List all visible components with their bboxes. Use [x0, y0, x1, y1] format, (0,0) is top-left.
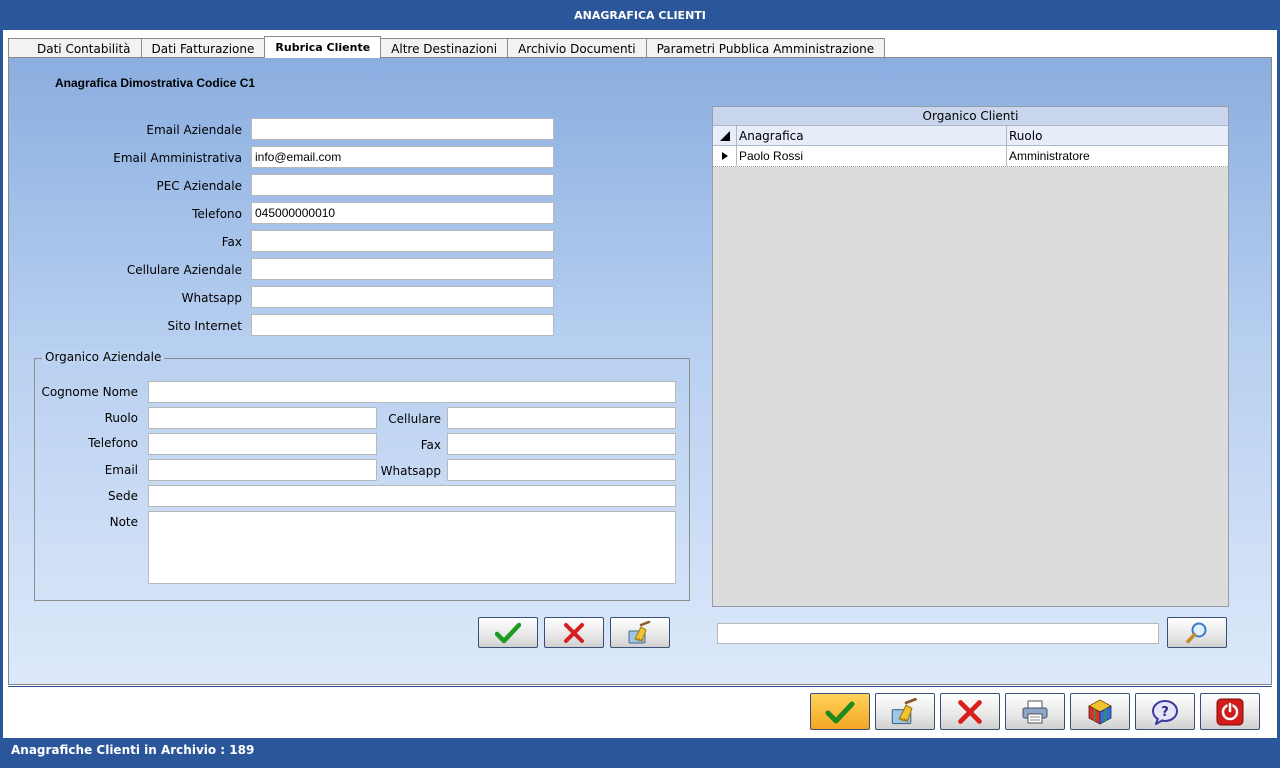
x-icon: [564, 622, 584, 643]
x-icon: [958, 699, 982, 724]
org-telefono-label: Telefono: [88, 436, 138, 450]
cellulare-label: Cellulare: [388, 412, 441, 426]
note-textarea[interactable]: [148, 511, 676, 584]
search-input[interactable]: [717, 623, 1159, 644]
org-fax-field[interactable]: [447, 433, 676, 455]
email-aziendale-label: Email Aziendale: [146, 123, 242, 137]
window-bottom-edge: [0, 761, 1280, 768]
org-whatsapp-field[interactable]: [447, 459, 676, 481]
grid-header-row: Anagrafica Ruolo: [713, 126, 1228, 146]
svg-text:?: ?: [1161, 705, 1169, 720]
check-icon: [825, 701, 855, 723]
telefono-field[interactable]: 045000000010: [251, 202, 554, 224]
sede-field[interactable]: [148, 485, 676, 507]
organico-aziendale-group: Organico Aziendale Cognome Nome Ruolo Ce…: [34, 350, 690, 601]
clear-button[interactable]: [875, 693, 935, 730]
tab-dati-contabilita[interactable]: Dati Contabilità: [8, 38, 142, 58]
column-header-anagrafica[interactable]: Anagrafica: [737, 126, 1007, 145]
exit-button[interactable]: [1200, 693, 1260, 730]
broom-icon: [891, 697, 917, 724]
row-pointer-icon: [721, 152, 728, 160]
tab-panel-rubrica: Anagrafica Dimostrativa Codice C1 Email …: [8, 57, 1272, 685]
organico-clienti-grid: Organico Clienti Anagrafica Ruolo Paolo …: [712, 106, 1229, 607]
org-telefono-field[interactable]: [148, 433, 377, 455]
grid-corner[interactable]: [713, 126, 737, 145]
section-title: Anagrafica Dimostrativa Codice C1: [55, 76, 256, 90]
org-email-label: Email: [104, 463, 138, 477]
cognome-nome-field[interactable]: [148, 381, 676, 403]
org-fax-label: Fax: [420, 438, 441, 452]
check-icon: [495, 622, 521, 643]
org-whatsapp-label: Whatsapp: [380, 464, 441, 478]
column-header-ruolo[interactable]: Ruolo: [1007, 126, 1228, 145]
broom-icon: [628, 620, 651, 643]
cube-button[interactable]: [1070, 693, 1130, 730]
organico-confirm-button[interactable]: [478, 617, 538, 648]
ruolo-field[interactable]: [148, 407, 377, 429]
fax-label: Fax: [221, 235, 242, 249]
cellulare-aziendale-field[interactable]: [251, 258, 554, 280]
help-button[interactable]: ?: [1135, 693, 1195, 730]
print-button[interactable]: [1005, 693, 1065, 730]
telefono-label: Telefono: [192, 207, 242, 221]
tab-rubrica-cliente[interactable]: Rubrica Cliente: [264, 36, 382, 58]
organico-clear-button[interactable]: [610, 617, 670, 648]
save-button[interactable]: [810, 693, 870, 730]
tab-dati-fatturazione[interactable]: Dati Fatturazione: [140, 38, 266, 58]
fax-field[interactable]: [251, 230, 554, 252]
tab-strip: Dati Contabilità Dati Fatturazione Rubri…: [8, 36, 886, 58]
pec-aziendale-label: PEC Aziendale: [156, 179, 242, 193]
sede-label: Sede: [108, 489, 138, 503]
sito-internet-field[interactable]: [251, 314, 554, 336]
tab-archivio-documenti[interactable]: Archivio Documenti: [507, 38, 647, 58]
whatsapp-field[interactable]: [251, 286, 554, 308]
search-button[interactable]: [1167, 617, 1227, 648]
whatsapp-label: Whatsapp: [181, 291, 242, 305]
grid-title: Organico Clienti: [713, 107, 1228, 126]
email-amministrativa-label: Email Amministrativa: [113, 151, 242, 165]
cube-icon: [1088, 699, 1112, 725]
main-window: Dati Contabilità Dati Fatturazione Rubri…: [3, 30, 1277, 738]
org-email-field[interactable]: [148, 459, 377, 481]
cellulare-aziendale-label: Cellulare Aziendale: [126, 263, 242, 277]
bottom-separator: [8, 686, 1272, 687]
row-indicator: [713, 146, 737, 166]
email-aziendale-field[interactable]: [251, 118, 554, 140]
note-label: Note: [109, 515, 138, 529]
sito-internet-label: Sito Internet: [167, 319, 242, 333]
organico-cancel-button[interactable]: [544, 617, 604, 648]
status-bar: Anagrafiche Clienti in Archivio : 189: [3, 738, 1277, 761]
organico-aziendale-legend: Organico Aziendale: [42, 350, 165, 364]
table-row[interactable]: Paolo Rossi Amministratore: [713, 146, 1228, 167]
help-icon: ?: [1152, 699, 1178, 725]
magnifier-icon: [1186, 622, 1207, 643]
power-icon: [1216, 698, 1244, 725]
printer-icon: [1022, 700, 1048, 723]
window-title: ANAGRAFICA CLIENTI: [0, 0, 1280, 30]
email-amministrativa-field[interactable]: info@email.com: [251, 146, 554, 168]
ruolo-label: Ruolo: [104, 411, 138, 425]
cell-ruolo[interactable]: Amministratore: [1007, 146, 1228, 166]
cellulare-field[interactable]: [447, 407, 676, 429]
tab-parametri-pa[interactable]: Parametri Pubblica Amministrazione: [645, 38, 886, 58]
sort-corner-icon: [719, 130, 730, 141]
pec-aziendale-field[interactable]: [251, 174, 554, 196]
cognome-nome-label: Cognome Nome: [41, 385, 138, 399]
cell-anagrafica[interactable]: Paolo Rossi: [737, 146, 1007, 166]
tab-altre-destinazioni[interactable]: Altre Destinazioni: [380, 38, 509, 58]
cancel-button[interactable]: [940, 693, 1000, 730]
